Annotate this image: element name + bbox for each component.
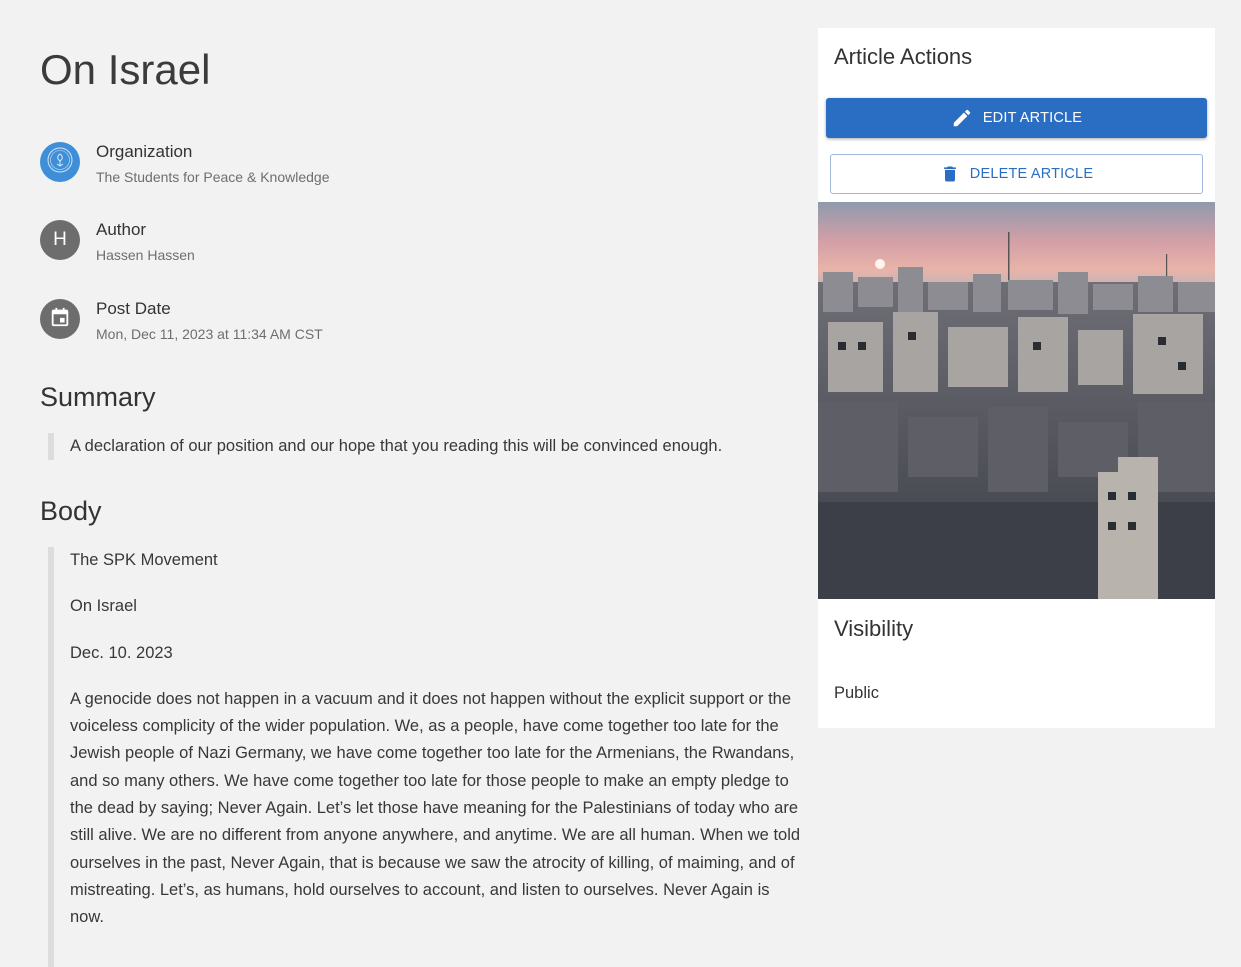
organization-value: The Students for Peace & Knowledge bbox=[96, 169, 330, 185]
meta-organization: Organization The Students for Peace & Kn… bbox=[40, 142, 540, 186]
post-date-avatar bbox=[40, 299, 80, 339]
visibility-title: Visibility bbox=[834, 616, 914, 641]
body-paragraph: A genocide does not happen in a vacuum a… bbox=[70, 689, 801, 927]
body-paragraph: Dec. 10. 2023 bbox=[70, 643, 173, 662]
organization-avatar bbox=[40, 142, 80, 182]
post-date-label: Post Date bbox=[96, 299, 171, 318]
organization-label: Organization bbox=[96, 142, 193, 161]
calendar-icon bbox=[49, 306, 71, 333]
visibility-value: Public bbox=[834, 684, 879, 702]
body-content: The SPK Movement On Israel Dec. 10. 2023… bbox=[48, 547, 802, 967]
organization-logo-icon bbox=[46, 146, 74, 179]
body-paragraph: On Israel bbox=[70, 597, 137, 616]
page-title: On Israel bbox=[40, 46, 211, 93]
edit-article-button[interactable]: EDIT ARTICLE bbox=[826, 98, 1207, 138]
article-image bbox=[818, 202, 1215, 599]
author-value: Hassen Hassen bbox=[96, 247, 195, 263]
summary-heading: Summary bbox=[40, 382, 156, 412]
post-date-value: Mon, Dec 11, 2023 at 11:34 AM CST bbox=[96, 326, 323, 342]
body-heading: Body bbox=[40, 496, 102, 526]
body-paragraph: The SPK Movement bbox=[70, 551, 218, 569]
author-label: Author bbox=[96, 220, 147, 239]
author-avatar: H bbox=[40, 220, 80, 260]
pencil-icon bbox=[951, 107, 973, 129]
summary-text: A declaration of our position and our ho… bbox=[48, 433, 722, 460]
meta-post-date: Post Date Mon, Dec 11, 2023 at 11:34 AM … bbox=[40, 299, 540, 343]
article-actions-title: Article Actions bbox=[834, 44, 973, 69]
delete-article-label: DELETE ARTICLE bbox=[969, 166, 1094, 182]
edit-article-label: EDIT ARTICLE bbox=[982, 110, 1083, 126]
trash-icon bbox=[940, 163, 960, 185]
article-sidebar: Article Actions EDIT ARTICLE DELETE ARTI… bbox=[818, 28, 1215, 728]
delete-article-button[interactable]: DELETE ARTICLE bbox=[830, 154, 1203, 194]
meta-author: H Author Hassen Hassen bbox=[40, 220, 540, 264]
